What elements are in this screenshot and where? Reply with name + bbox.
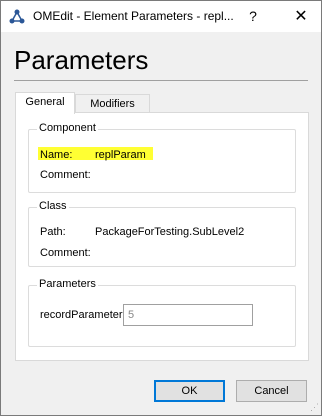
resize-grip-icon[interactable]: ⋰	[310, 402, 319, 413]
ok-button[interactable]: OK	[154, 380, 225, 402]
class-comment-label: Comment:	[40, 247, 91, 259]
heading-divider	[14, 80, 308, 81]
path-label: Path:	[40, 226, 66, 238]
title-bar[interactable]: OMEdit - Element Parameters - repl... ? …	[1, 1, 321, 32]
name-value: replParam	[95, 149, 146, 161]
general-tab-panel: Component Name: replParam Comment: Class…	[15, 112, 309, 361]
tab-general[interactable]: General	[15, 92, 75, 114]
record-parameter-label: recordParameter	[40, 309, 123, 321]
tab-modifiers[interactable]: Modifiers	[75, 94, 150, 114]
help-icon[interactable]: ?	[237, 1, 269, 32]
component-group-title: Component	[37, 122, 98, 134]
cancel-button[interactable]: Cancel	[236, 380, 307, 402]
page-title: Parameters	[14, 45, 149, 75]
close-icon[interactable]: ✕	[281, 1, 321, 32]
path-value: PackageForTesting.SubLevel2	[95, 226, 245, 238]
record-parameter-input[interactable]: 5	[123, 304, 253, 326]
component-comment-label: Comment:	[40, 169, 91, 181]
window-title: OMEdit - Element Parameters - repl...	[33, 9, 234, 23]
name-label: Name:	[40, 149, 73, 161]
class-group-title: Class	[37, 200, 69, 212]
parameters-group-title: Parameters	[37, 278, 98, 290]
dialog-window: OMEdit - Element Parameters - repl... ? …	[0, 0, 322, 416]
omedit-logo-icon	[9, 9, 25, 25]
component-group: Component	[28, 122, 296, 193]
